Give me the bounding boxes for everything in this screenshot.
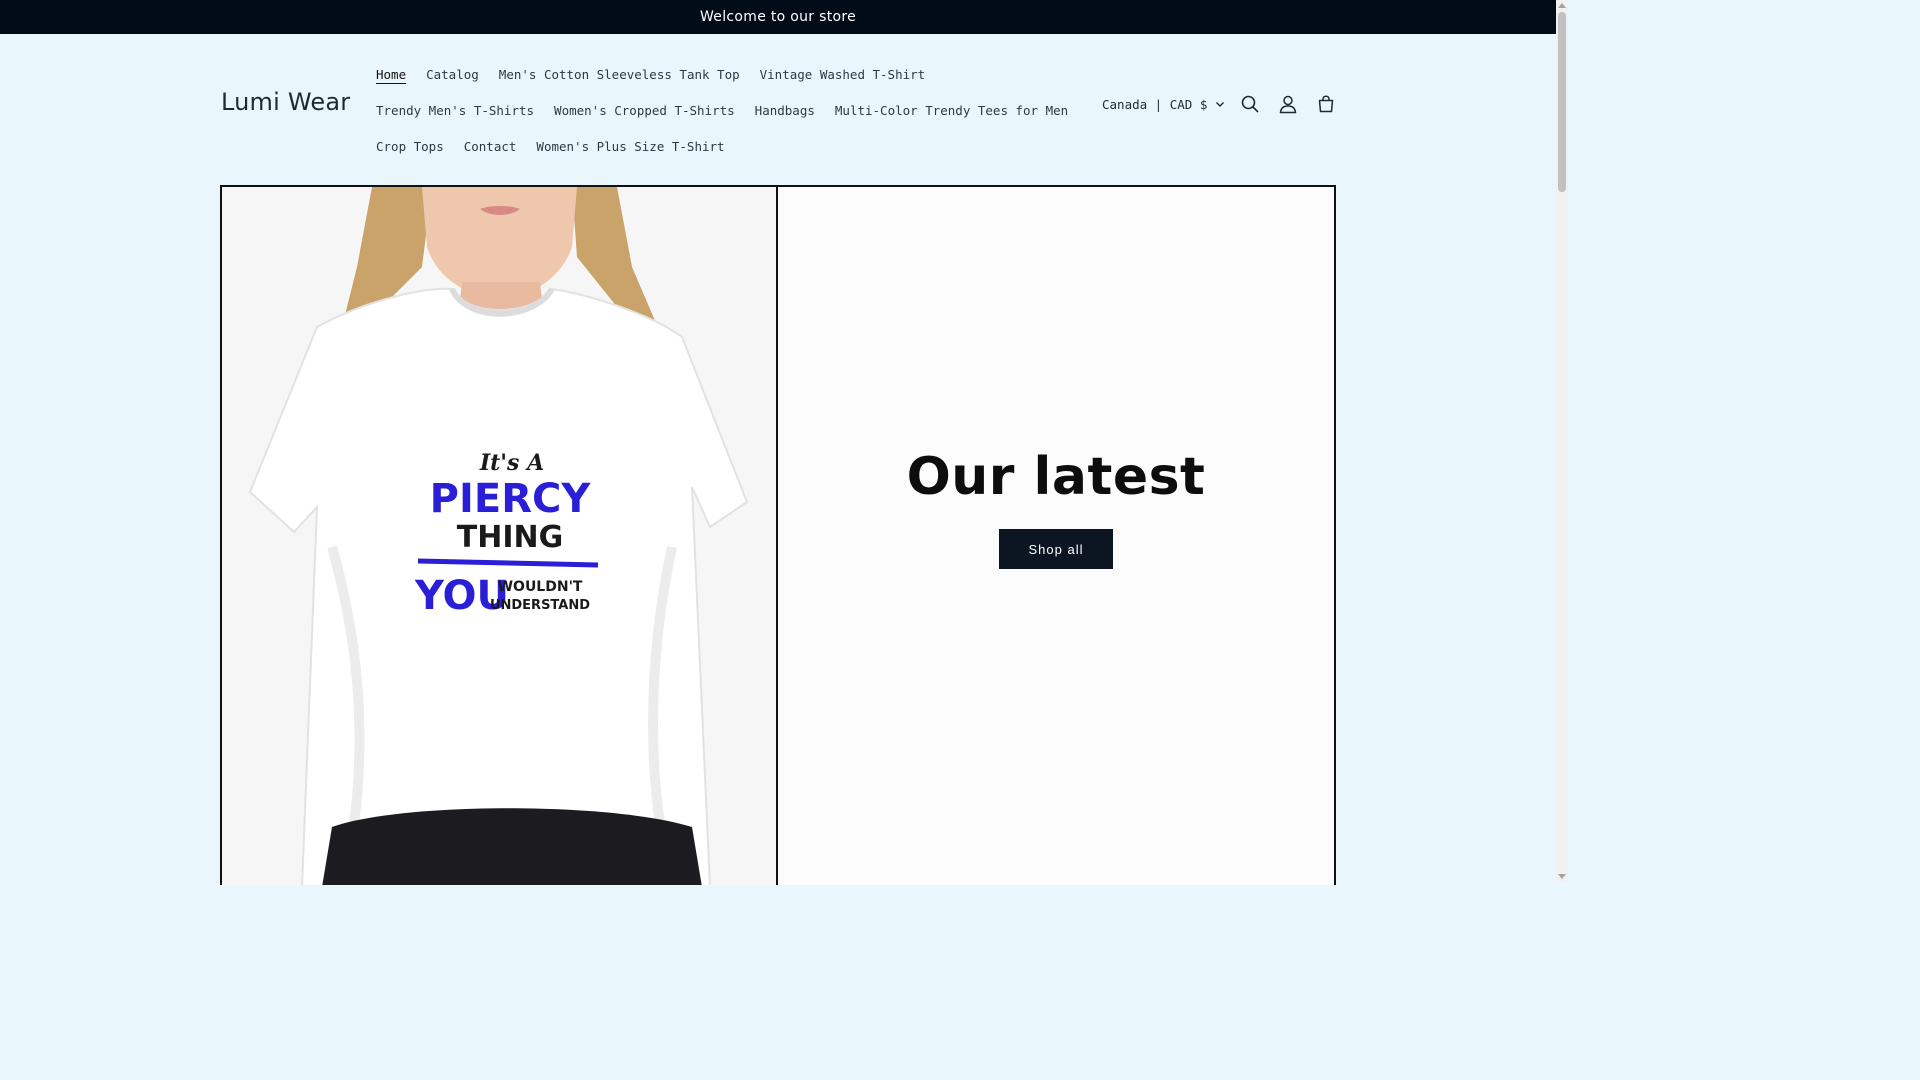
print-text: It's A (479, 450, 544, 476)
nav-link-womens-cropped[interactable]: Women's Cropped T-Shirts (544, 103, 745, 118)
nav-link-contact[interactable]: Contact (454, 139, 527, 154)
nav-link-crop-tops[interactable]: Crop Tops (366, 139, 454, 154)
cart-button[interactable] (1307, 85, 1345, 123)
shop-all-button[interactable]: Shop all (999, 529, 1113, 569)
scroll-down-arrow-icon[interactable] (1558, 874, 1566, 879)
header-actions: Canada | CAD $ (1096, 88, 1345, 120)
page-scrollbar[interactable] (1556, 0, 1568, 882)
nav-row: Trendy Men's T-Shirts Women's Cropped T-… (366, 92, 1068, 128)
hero-title: Our latest (906, 447, 1206, 507)
print-text: PIERCY (430, 476, 592, 522)
nav-link-multi-color-tees[interactable]: Multi-Color Trendy Tees for Men (825, 103, 1078, 118)
nav-link-catalog[interactable]: Catalog (416, 67, 489, 82)
print-text: THING (457, 520, 563, 555)
nav-row: Home Catalog Men's Cotton Sleeveless Tan… (366, 56, 1066, 92)
announcement-bar: Welcome to our store (0, 0, 1556, 34)
hero-content: Our latest Shop all (778, 187, 1334, 885)
store-logo[interactable]: Lumi Wear (221, 88, 350, 116)
chevron-down-icon (1216, 102, 1225, 107)
nav-link-home[interactable]: Home (366, 67, 416, 82)
account-button[interactable] (1269, 85, 1307, 123)
announcement-text: Welcome to our store (699, 9, 857, 25)
site-header: Lumi Wear Home Catalog Men's Cotton Slee… (0, 34, 1556, 186)
scrollbar-thumb[interactable] (1558, 12, 1566, 192)
nav-row: Crop Tops Contact Women's Plus Size T-Sh… (366, 128, 1066, 164)
cart-icon (1319, 95, 1334, 113)
nav-link-mens-tank-top[interactable]: Men's Cotton Sleeveless Tank Top (489, 67, 750, 82)
hero-product-image: It's A PIERCY THING YOU WOULDN'T UNDERST… (222, 187, 778, 885)
country-selector-label: Canada | CAD $ (1102, 96, 1208, 112)
country-selector[interactable]: Canada | CAD $ (1096, 97, 1231, 112)
hero-banner: It's A PIERCY THING YOU WOULDN'T UNDERST… (220, 185, 1336, 885)
scroll-up-arrow-icon[interactable] (1558, 3, 1566, 8)
account-icon (1280, 95, 1297, 114)
main-nav: Home Catalog Men's Cotton Sleeveless Tan… (366, 56, 1068, 164)
tshirt-model-illustration: It's A PIERCY THING YOU WOULDN'T UNDERST… (222, 187, 776, 885)
nav-link-handbags[interactable]: Handbags (745, 103, 825, 118)
nav-link-trendy-mens[interactable]: Trendy Men's T-Shirts (366, 103, 544, 118)
search-button[interactable] (1231, 85, 1269, 123)
print-text: UNDERSTAND (490, 598, 590, 613)
nav-link-vintage-tshirt[interactable]: Vintage Washed T-Shirt (750, 67, 936, 82)
search-icon (1242, 95, 1259, 113)
nav-link-womens-plus-size[interactable]: Women's Plus Size T-Shirt (526, 139, 734, 154)
print-text: WOULDN'T (498, 579, 583, 595)
